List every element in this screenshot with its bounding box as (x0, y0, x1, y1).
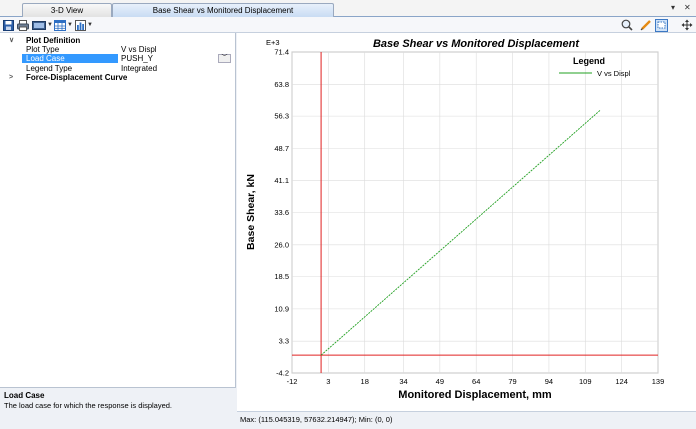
property-key: Legend Type (26, 64, 73, 73)
y-tick-label: 33.6 (274, 208, 289, 217)
x-tick-label: 3 (326, 377, 330, 386)
y-tick-labels: 71.4 63.8 56.3 48.7 41.1 33.6 26.0 18.5 10.9 3.3 -… (274, 48, 289, 378)
export-dropdown-button[interactable]: ▼ (32, 19, 53, 31)
pushover-chart[interactable]: Base Shear vs Monitored Displacement E+3… (237, 33, 696, 411)
export-icon (32, 20, 46, 30)
y-tick-label: 48.7 (274, 144, 289, 153)
property-row-load-case[interactable]: Load Case PUSH_Y ﹀ (0, 54, 236, 63)
force-displacement-section[interactable]: > Force-Displacement Curve (0, 73, 236, 82)
chart-panel: Base Shear vs Monitored Displacement E+3… (237, 33, 696, 411)
save-icon (3, 19, 14, 31)
collapse-chevron-icon[interactable]: ∨ (9, 36, 14, 45)
load-case-select-value[interactable]: PUSH_Y (121, 54, 153, 63)
y-axis-multiplier: E+3 (266, 38, 280, 47)
zoom-button[interactable] (621, 19, 633, 31)
x-tick-label: 79 (508, 377, 516, 386)
pencil-icon (640, 20, 651, 31)
status-min-max: Max: (115.045319, 57632.214947); Min: (0… (240, 415, 393, 424)
property-grid: ∨ Plot Definition Plot Type V vs Displ L… (0, 33, 236, 429)
x-tick-labels: -12 3 18 34 49 64 79 94 109 124 139 (287, 377, 665, 386)
description-title: Load Case (4, 391, 45, 400)
property-row-plot-type[interactable]: Plot Type V vs Displ (0, 45, 236, 54)
pencil-button[interactable] (640, 19, 652, 31)
y-tick-label: 63.8 (274, 80, 289, 89)
pin-dropdown-icon[interactable]: ▾ (671, 3, 675, 13)
expand-chevron-icon[interactable]: > (9, 73, 13, 82)
property-value: Integrated (121, 64, 158, 73)
pan-arrows-icon (681, 19, 693, 31)
document-tab-strip: 3-D View Base Shear vs Monitored Displac… (0, 0, 696, 17)
y-tick-label: 56.3 (274, 112, 289, 121)
y-tick-label: 41.1 (274, 176, 289, 185)
x-tick-label: 64 (472, 377, 480, 386)
y-tick-label: -4.2 (276, 369, 289, 378)
chevron-down-icon: ▼ (67, 22, 73, 28)
table-dropdown-button[interactable]: ▼ (54, 19, 73, 31)
tab-3d-view[interactable]: 3-D View (22, 3, 112, 17)
plot-definition-section[interactable]: ∨ Plot Definition (0, 36, 236, 45)
select-tool-button[interactable] (655, 18, 668, 32)
property-key: Plot Type (26, 45, 60, 54)
bar-chart-icon (75, 19, 86, 31)
legend-entry: V vs Displ (597, 69, 631, 78)
y-tick-label: 10.9 (274, 304, 289, 313)
x-tick-label: 139 (652, 377, 665, 386)
property-row-legend-type[interactable]: Legend Type Integrated (0, 64, 236, 73)
x-tick-label: 18 (361, 377, 369, 386)
x-tick-label: 124 (615, 377, 628, 386)
x-tick-label: 109 (579, 377, 592, 386)
tab-base-shear-plot[interactable]: Base Shear vs Monitored Displacement (112, 3, 334, 17)
save-button[interactable] (3, 19, 14, 31)
property-description: Load Case The load case for which the re… (0, 387, 236, 429)
property-value: V vs Displ (121, 45, 157, 54)
pan-button[interactable] (681, 19, 693, 31)
load-case-dropdown-button[interactable]: ﹀ (218, 54, 231, 63)
chevron-down-icon: ▼ (87, 22, 93, 28)
x-tick-label: -12 (287, 377, 298, 386)
y-tick-label: 71.4 (274, 48, 289, 57)
force-displacement-header: Force-Displacement Curve (26, 73, 128, 82)
y-tick-label: 18.5 (274, 272, 289, 281)
plot-definition-header: Plot Definition (26, 36, 81, 45)
table-icon (54, 19, 66, 31)
legend-title: Legend (573, 56, 605, 66)
status-bar: Max: (115.045319, 57632.214947); Min: (0… (237, 411, 696, 429)
y-axis-label: Base Shear, kN (245, 174, 257, 250)
plot-toolbar: ▼ ▼ ▼ (0, 17, 696, 33)
x-tick-label: 49 (436, 377, 444, 386)
chevron-down-icon: ﹀ (221, 55, 228, 61)
printer-icon (17, 19, 29, 31)
description-text: The load case for which the response is … (4, 401, 173, 410)
x-tick-label: 34 (399, 377, 407, 386)
select-cursor-icon (655, 18, 668, 32)
y-tick-label: 26.0 (274, 240, 289, 249)
chevron-down-icon: ▼ (47, 22, 53, 28)
x-axis-label: Monitored Displacement, mm (398, 389, 552, 401)
y-tick-label: 3.3 (279, 337, 289, 346)
chart-title: Base Shear vs Monitored Displacement (373, 38, 580, 50)
chart-dropdown-button[interactable]: ▼ (75, 19, 93, 31)
x-tick-label: 94 (545, 377, 553, 386)
property-key: Load Case (22, 54, 118, 63)
zoom-icon (621, 19, 633, 31)
close-icon[interactable]: ✕ (684, 3, 691, 13)
print-button[interactable] (17, 19, 29, 31)
